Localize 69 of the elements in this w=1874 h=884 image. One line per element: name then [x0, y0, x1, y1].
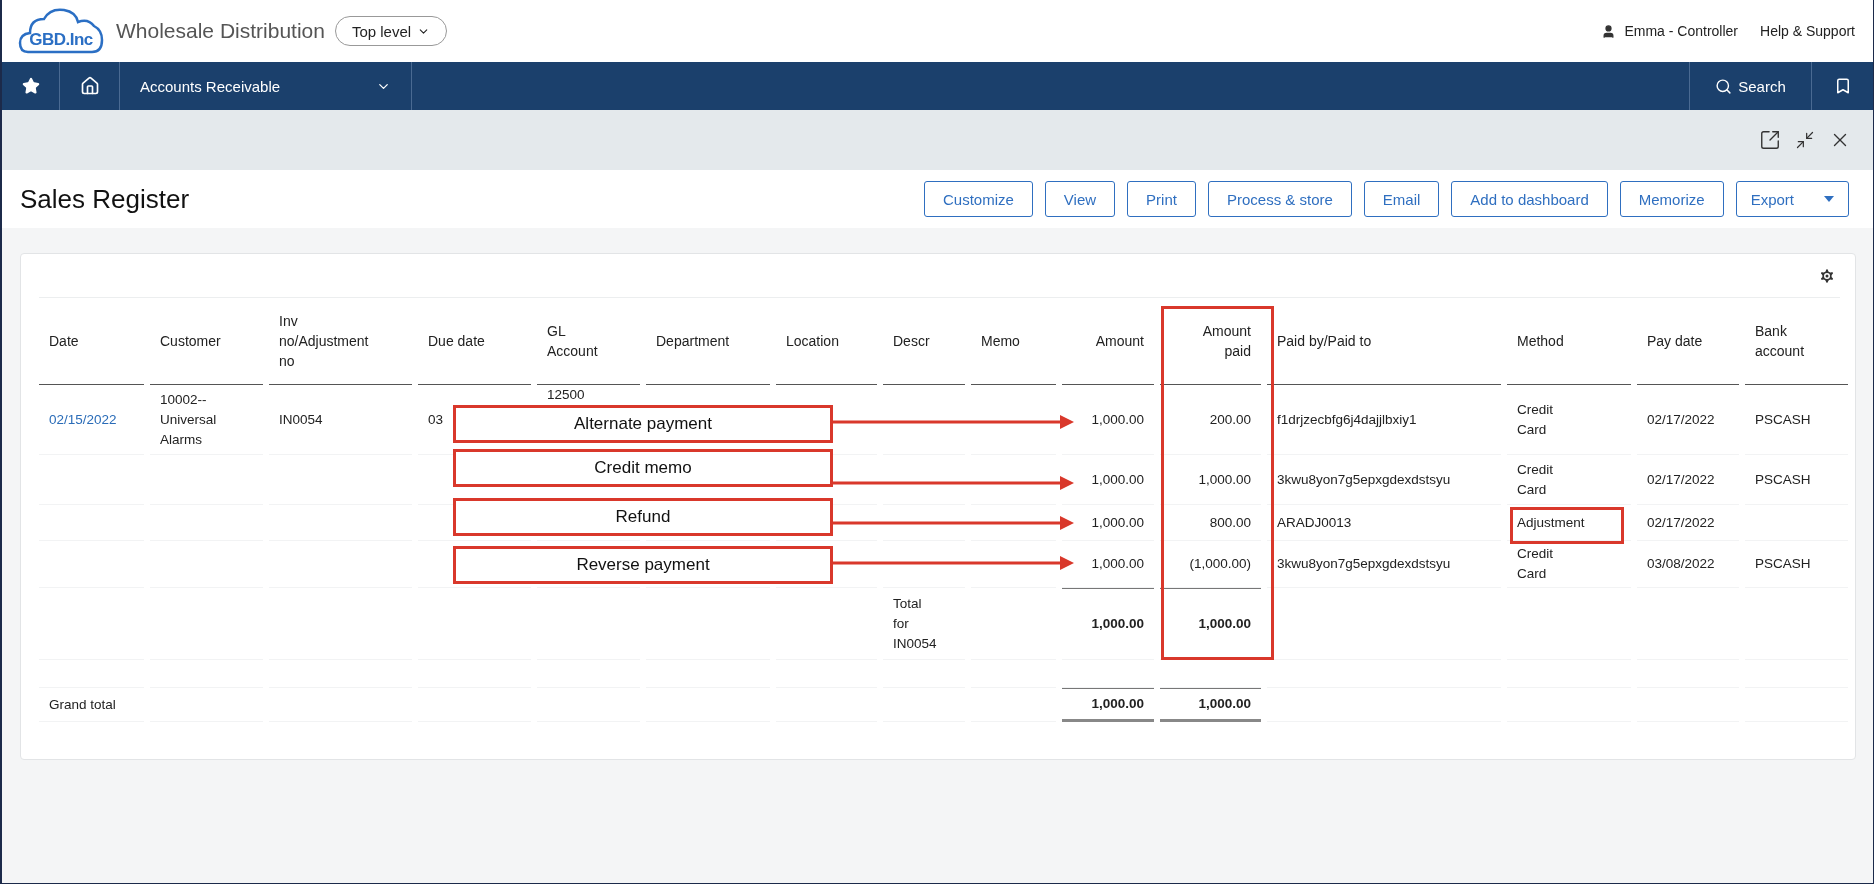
column-header: Location — [776, 298, 877, 385]
table-cell: PSCASH — [1745, 385, 1848, 455]
open-in-new-window-icon[interactable] — [1759, 129, 1781, 151]
table-cell: Grand total — [39, 688, 144, 722]
search-icon — [1715, 77, 1733, 95]
table-cell: (1,000.00) — [1160, 541, 1261, 588]
table-cell: 10002-- Universal Alarms — [150, 385, 263, 455]
table-cell: Total for IN0054 — [883, 588, 965, 660]
table-cell: Credit Card — [1507, 385, 1631, 455]
column-header: Method — [1507, 298, 1631, 385]
column-header: Due date — [418, 298, 531, 385]
export-dropdown-button[interactable]: Export — [1735, 181, 1849, 217]
column-header: Pay date — [1637, 298, 1739, 385]
column-header: Customer — [150, 298, 263, 385]
date-link[interactable]: 02/15/2022 — [49, 411, 117, 427]
table-cell: 1,000.00 — [1160, 688, 1261, 722]
table-cell: IN0054 — [269, 385, 412, 455]
table-cell: 02/17/2022 — [1637, 385, 1739, 455]
column-header: Department — [646, 298, 770, 385]
table-cell: 1,000.00 — [1062, 588, 1154, 660]
table-cell: PSCASH — [1745, 455, 1848, 505]
table-cell: 3kwu8yon7g5epxgdexdstsyu — [1267, 455, 1501, 505]
table-cell: f1drjzecbfg6j4dajjlbxiy1 — [1267, 385, 1501, 455]
table-cell: Credit Card — [1507, 455, 1631, 505]
table-cell: 1,000.00 — [1062, 688, 1154, 722]
logo[interactable]: GBD.Inc — [18, 6, 104, 56]
caret-icon — [1824, 196, 1834, 202]
callout-label: Reverse payment — [453, 546, 833, 584]
toolbar-button[interactable]: Memorize — [1619, 181, 1724, 217]
company-name: Wholesale Distribution — [116, 19, 325, 43]
column-header: Amount paid — [1160, 298, 1261, 385]
help-link[interactable]: Help & Support — [1760, 23, 1855, 39]
user-icon — [1601, 23, 1617, 39]
column-header: Bank account — [1745, 298, 1848, 385]
table-cell: Credit Card — [1507, 541, 1631, 588]
column-header: Paid by/Paid to — [1267, 298, 1501, 385]
column-header: Memo — [971, 298, 1056, 385]
table-cell: 800.00 — [1160, 505, 1261, 541]
toolbar-button[interactable]: Add to dashboard — [1451, 181, 1608, 217]
page-title: Sales Register — [20, 183, 191, 215]
star-icon — [21, 77, 40, 95]
callout-label: Alternate payment — [453, 405, 833, 443]
home-icon — [79, 76, 100, 96]
column-header: Inv no/Adjustment no — [269, 298, 412, 385]
table-cell: 02/17/2022 — [1637, 505, 1739, 541]
column-header: Amount — [1062, 298, 1154, 385]
table-cell: 3kwu8yon7g5epxgdexdstsyu — [1267, 541, 1501, 588]
toolbar-button[interactable]: View — [1044, 181, 1116, 217]
table-cell: ARADJ0013 — [1267, 505, 1501, 541]
toolbar-button[interactable]: Customize — [924, 181, 1033, 217]
table-cell: 1,000.00 — [1160, 455, 1261, 505]
table-cell: PSCASH — [1745, 541, 1848, 588]
table-cell: 02/17/2022 — [1637, 455, 1739, 505]
column-header: GL Account — [537, 298, 640, 385]
table-cell: Adjustment — [1507, 505, 1631, 541]
user-menu[interactable]: Emma - Controller — [1601, 23, 1739, 39]
settings-icon[interactable] — [1818, 266, 1836, 285]
table-cell: 200.00 — [1160, 385, 1261, 455]
table-cell: 03/08/2022 — [1637, 541, 1739, 588]
column-header: Descr — [883, 298, 965, 385]
callout-label: Credit memo — [453, 449, 833, 487]
toolbar-button[interactable]: Email — [1363, 181, 1440, 217]
toolbar-button[interactable]: Print — [1127, 181, 1196, 217]
entity-dropdown[interactable]: Top level — [334, 16, 448, 46]
toolbar-button[interactable]: Process & store — [1207, 181, 1352, 217]
callout-label: Refund — [453, 498, 833, 536]
collapse-icon[interactable] — [1795, 130, 1815, 150]
column-header: Date — [39, 298, 144, 385]
table-cell: 1,000.00 — [1160, 588, 1261, 660]
